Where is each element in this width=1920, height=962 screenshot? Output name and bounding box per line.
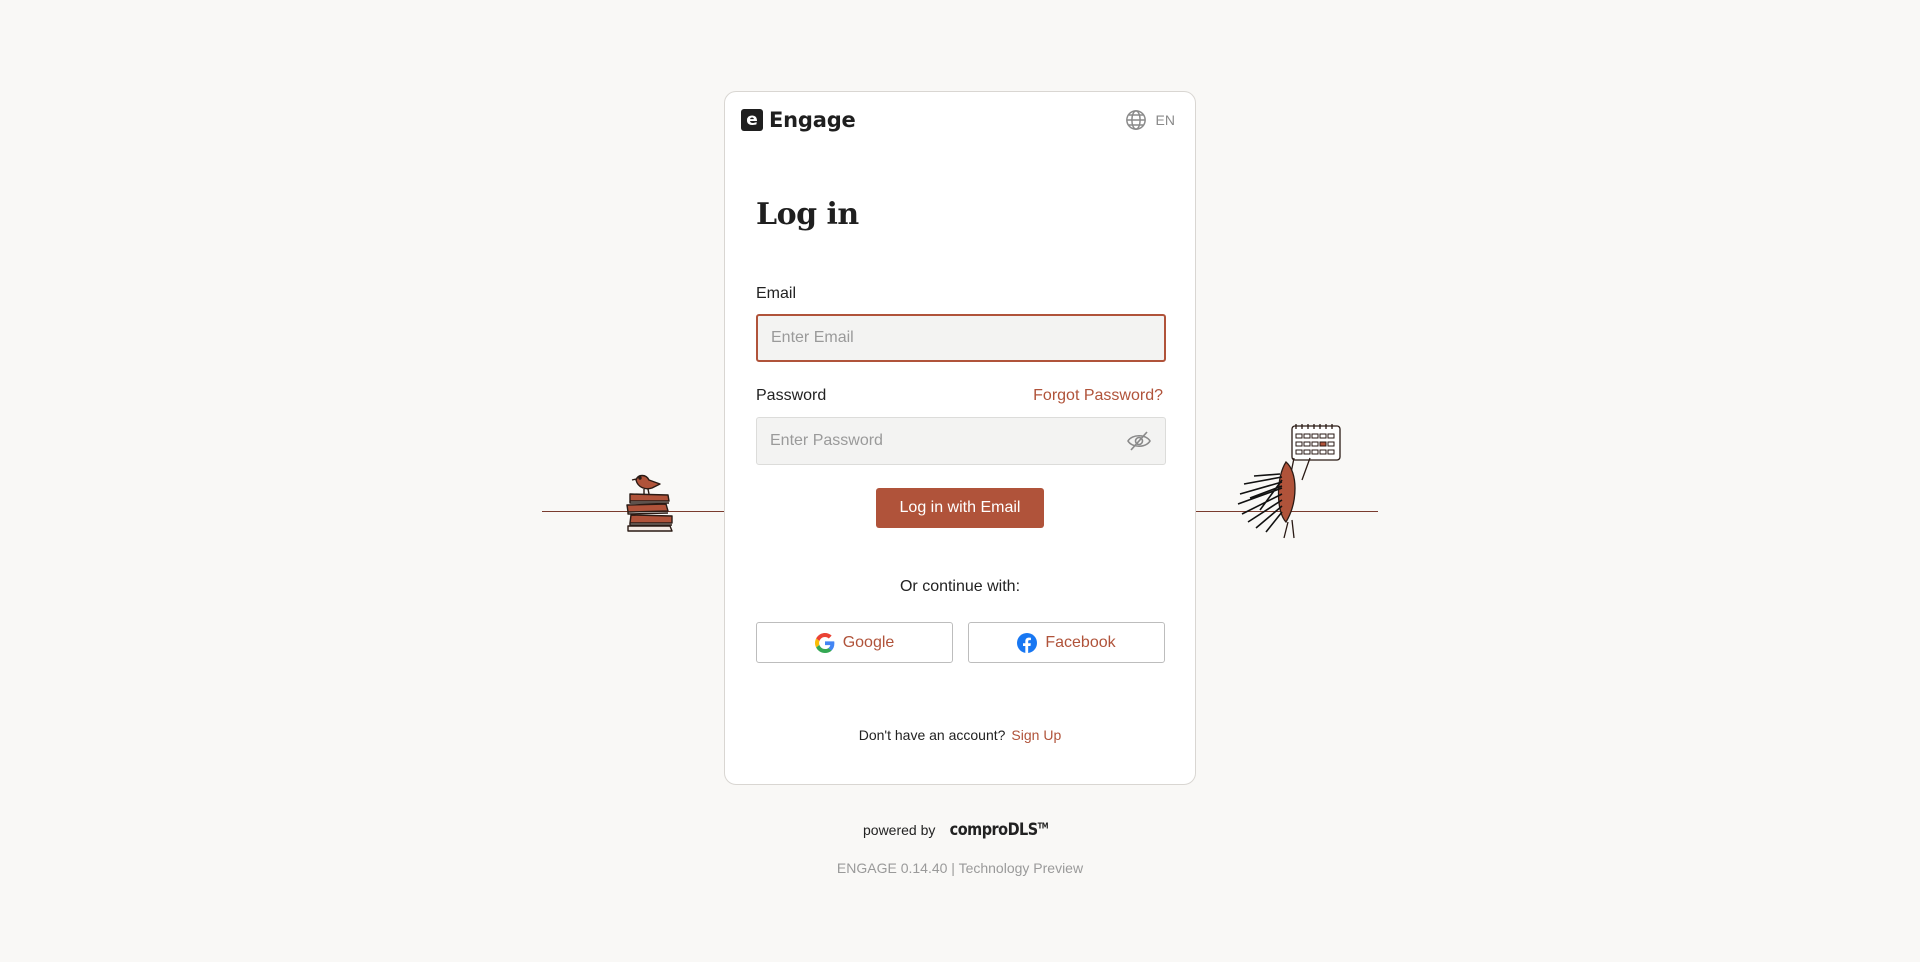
password-field-wrapper: [756, 417, 1166, 465]
email-label: Email: [756, 285, 797, 302]
language-selector[interactable]: EN: [1125, 109, 1175, 131]
google-icon: [814, 632, 835, 653]
page-title: Log in: [756, 197, 859, 232]
google-label: Google: [842, 633, 895, 651]
login-with-email-button[interactable]: Log in with Email: [876, 488, 1044, 528]
sign-up-link[interactable]: Sign Up: [1011, 727, 1061, 743]
password-label: Password: [756, 387, 827, 404]
provider-name: comproDLS: [949, 820, 1038, 840]
signup-row: Don't have an account? Sign Up: [725, 727, 1195, 743]
brand: e Engage: [741, 108, 856, 132]
version-text: ENGAGE 0.14.40 | Technology Preview: [836, 860, 1084, 876]
facebook-icon: [1017, 632, 1038, 653]
engage-logo-icon: e: [741, 109, 763, 131]
no-account-text: Don't have an account?: [858, 727, 1006, 743]
forgot-password-link[interactable]: Forgot Password?: [1033, 387, 1163, 405]
brand-name: Engage: [769, 108, 856, 132]
comprodls-logo: comproDLSTM: [949, 820, 1049, 840]
login-card: e Engage EN Log in Email Password Forgot…: [724, 91, 1196, 785]
trademark-mark: TM: [1037, 821, 1049, 831]
password-input[interactable]: [757, 418, 1165, 464]
facebook-label: Facebook: [1045, 633, 1116, 651]
powered-by: powered by comproDLSTM: [0, 820, 1920, 840]
creature-calendar-illustration: [1237, 424, 1341, 539]
facebook-login-button[interactable]: Facebook: [968, 622, 1165, 663]
or-continue-text: Or continue with:: [899, 578, 1021, 595]
books-bird-illustration: [626, 474, 673, 532]
email-field-wrapper: [756, 314, 1166, 362]
globe-icon: [1125, 110, 1146, 130]
email-input[interactable]: [758, 316, 1164, 360]
language-code: EN: [1155, 112, 1175, 128]
eye-off-icon[interactable]: [1127, 430, 1151, 452]
login-page: e Engage EN Log in Email Password Forgot…: [0, 0, 1920, 962]
google-login-button[interactable]: Google: [756, 622, 953, 663]
powered-by-text: powered by: [863, 822, 936, 838]
